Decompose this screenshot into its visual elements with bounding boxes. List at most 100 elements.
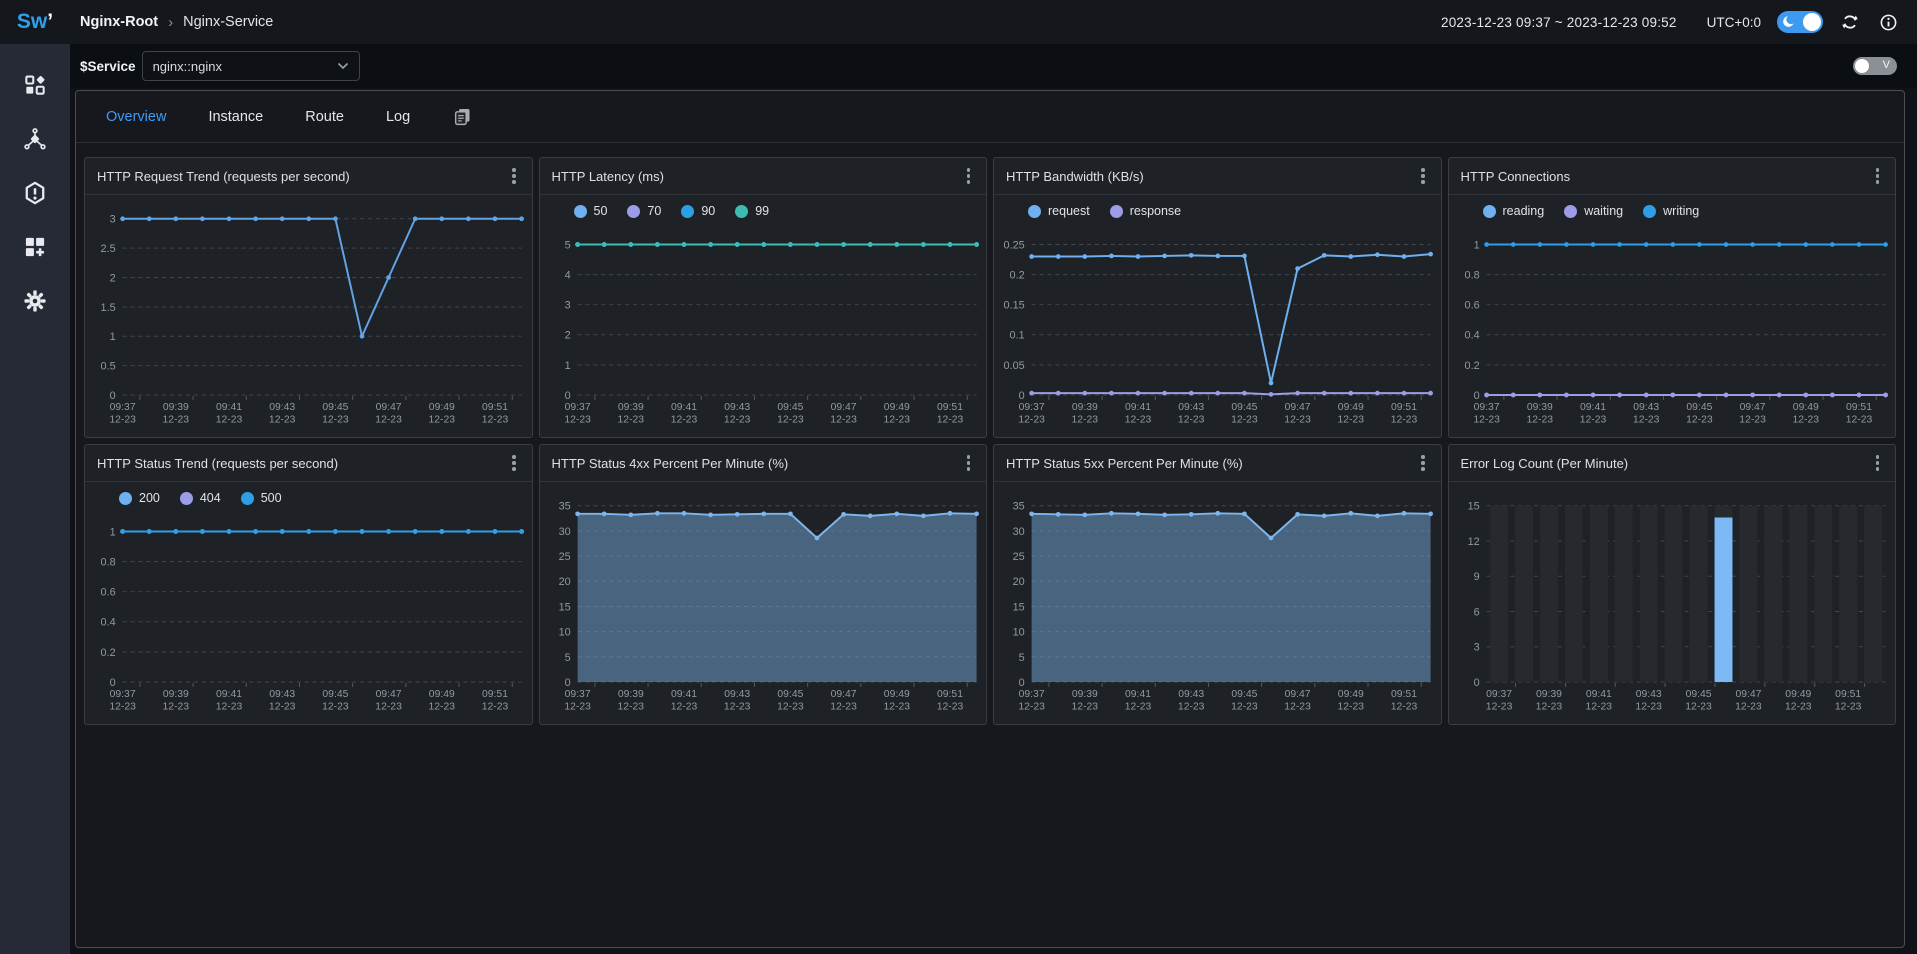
chart-title: HTTP Bandwidth (KB/s) xyxy=(1006,169,1144,184)
svg-text:09:39: 09:39 xyxy=(1072,402,1098,413)
svg-text:0: 0 xyxy=(1473,390,1479,402)
app-logo[interactable]: Sw’ xyxy=(0,10,70,34)
svg-text:12-23: 12-23 xyxy=(564,702,591,713)
svg-text:0.05: 0.05 xyxy=(1004,360,1025,372)
documents-icon[interactable] xyxy=(452,106,473,127)
sidebar-item-settings[interactable] xyxy=(0,276,70,330)
svg-text:12-23: 12-23 xyxy=(1735,702,1762,713)
legend-item-writing[interactable]: writing xyxy=(1643,204,1699,218)
svg-text:35: 35 xyxy=(1013,501,1025,513)
legend-label: 90 xyxy=(701,204,715,218)
svg-text:09:43: 09:43 xyxy=(724,402,750,413)
svg-text:12-23: 12-23 xyxy=(1072,702,1099,713)
svg-text:12-23: 12-23 xyxy=(1391,702,1418,713)
svg-text:09:47: 09:47 xyxy=(830,402,856,413)
svg-text:3: 3 xyxy=(110,214,116,226)
chart-body: requestresponse00.050.10.150.20.2509:371… xyxy=(994,195,1441,437)
card-menu-button[interactable] xyxy=(508,164,520,188)
card-menu-button[interactable] xyxy=(1872,451,1884,475)
legend-item-404[interactable]: 404 xyxy=(180,491,221,505)
chart-title: HTTP Connections xyxy=(1461,169,1571,184)
svg-text:12-23: 12-23 xyxy=(723,415,750,426)
svg-text:09:45: 09:45 xyxy=(322,402,348,413)
svg-text:12-23: 12-23 xyxy=(1018,415,1045,426)
legend-item-50[interactable]: 50 xyxy=(574,204,608,218)
chart-legend: 200 404 500 xyxy=(119,491,282,505)
card-menu-button[interactable] xyxy=(1417,164,1429,188)
svg-text:12-23: 12-23 xyxy=(375,415,402,426)
card-menu-button[interactable] xyxy=(1417,451,1429,475)
sidebar-item-marketplace[interactable] xyxy=(0,222,70,276)
svg-text:12-23: 12-23 xyxy=(1231,415,1258,426)
legend-item-70[interactable]: 70 xyxy=(627,204,661,218)
svg-text:12-23: 12-23 xyxy=(1018,702,1045,713)
info-icon[interactable] xyxy=(1877,11,1899,33)
tab-route[interactable]: Route xyxy=(305,109,344,125)
legend-item-reading[interactable]: reading xyxy=(1483,204,1545,218)
svg-text:12-23: 12-23 xyxy=(936,702,963,713)
legend-item-99[interactable]: 99 xyxy=(735,204,769,218)
svg-text:12-23: 12-23 xyxy=(1125,415,1152,426)
refresh-button[interactable] xyxy=(1839,11,1861,33)
svg-text:20: 20 xyxy=(1013,576,1025,588)
svg-text:09:47: 09:47 xyxy=(376,402,402,413)
svg-text:12-23: 12-23 xyxy=(1485,702,1512,713)
version-toggle-label: V xyxy=(1883,59,1890,71)
legend-dot xyxy=(180,492,193,505)
svg-text:09:49: 09:49 xyxy=(883,402,909,413)
version-toggle[interactable]: V xyxy=(1853,57,1897,75)
utc-offset-label: UTC+0:0 xyxy=(1707,15,1761,30)
legend-item-waiting[interactable]: waiting xyxy=(1564,204,1623,218)
svg-text:12-23: 12-23 xyxy=(617,702,644,713)
tab-bar: Overview Instance Route Log xyxy=(76,91,1904,143)
svg-text:09:51: 09:51 xyxy=(482,402,508,413)
svg-text:09:45: 09:45 xyxy=(1685,689,1711,700)
svg-text:09:49: 09:49 xyxy=(429,689,455,700)
card-menu-button[interactable] xyxy=(963,164,975,188)
svg-text:30: 30 xyxy=(558,526,570,538)
card-menu-button[interactable] xyxy=(1872,164,1884,188)
tab-log[interactable]: Log xyxy=(386,109,410,125)
breadcrumb-root[interactable]: Nginx-Root xyxy=(80,14,158,30)
svg-text:09:45: 09:45 xyxy=(322,689,348,700)
svg-text:09:37: 09:37 xyxy=(110,402,136,413)
legend-item-response[interactable]: response xyxy=(1110,204,1181,218)
chart-body: 5070909901234509:3712-2309:3912-2309:411… xyxy=(540,195,987,437)
card-menu-button[interactable] xyxy=(963,451,975,475)
legend-item-200[interactable]: 200 xyxy=(119,491,160,505)
svg-text:1: 1 xyxy=(110,331,116,343)
svg-text:09:49: 09:49 xyxy=(429,402,455,413)
legend-label: reading xyxy=(1503,204,1545,218)
svg-text:09:47: 09:47 xyxy=(1285,689,1311,700)
sidebar-item-dashboards[interactable] xyxy=(0,60,70,114)
legend-label: 500 xyxy=(261,491,282,505)
svg-text:12-23: 12-23 xyxy=(322,702,349,713)
sidebar-item-alarms[interactable] xyxy=(0,168,70,222)
svg-text:09:41: 09:41 xyxy=(1125,402,1151,413)
svg-text:09:39: 09:39 xyxy=(617,689,643,700)
chart-title: HTTP Request Trend (requests per second) xyxy=(97,169,350,184)
sidebar-item-topology[interactable] xyxy=(0,114,70,168)
svg-text:0.8: 0.8 xyxy=(101,557,116,569)
legend-item-90[interactable]: 90 xyxy=(681,204,715,218)
chevron-right-icon: › xyxy=(168,14,173,31)
legend-item-500[interactable]: 500 xyxy=(241,491,282,505)
svg-text:12-23: 12-23 xyxy=(1178,702,1205,713)
svg-text:09:49: 09:49 xyxy=(1785,689,1811,700)
time-range-picker[interactable]: 2023-12-23 09:37 ~ 2023-12-23 09:52 xyxy=(1441,15,1677,30)
chart-body: 00.511.522.5309:3712-2309:3912-2309:4112… xyxy=(85,195,532,437)
svg-text:0.2: 0.2 xyxy=(101,647,116,659)
chart-card: HTTP Latency (ms)5070909901234509:3712-2… xyxy=(539,157,988,438)
service-select[interactable]: nginx::nginx xyxy=(142,51,360,81)
legend-label: 70 xyxy=(647,204,661,218)
chart-canvas: 0510152025303509:3712-2309:3912-2309:411… xyxy=(994,482,1440,722)
chart-card: HTTP Bandwidth (KB/s)requestresponse00.0… xyxy=(993,157,1442,438)
svg-text:09:39: 09:39 xyxy=(163,402,189,413)
svg-text:25: 25 xyxy=(558,551,570,563)
tab-overview[interactable]: Overview xyxy=(106,109,166,125)
legend-item-request[interactable]: request xyxy=(1028,204,1090,218)
dark-mode-toggle[interactable] xyxy=(1777,11,1823,33)
svg-text:12-23: 12-23 xyxy=(617,415,644,426)
card-menu-button[interactable] xyxy=(508,451,520,475)
tab-instance[interactable]: Instance xyxy=(208,109,263,125)
